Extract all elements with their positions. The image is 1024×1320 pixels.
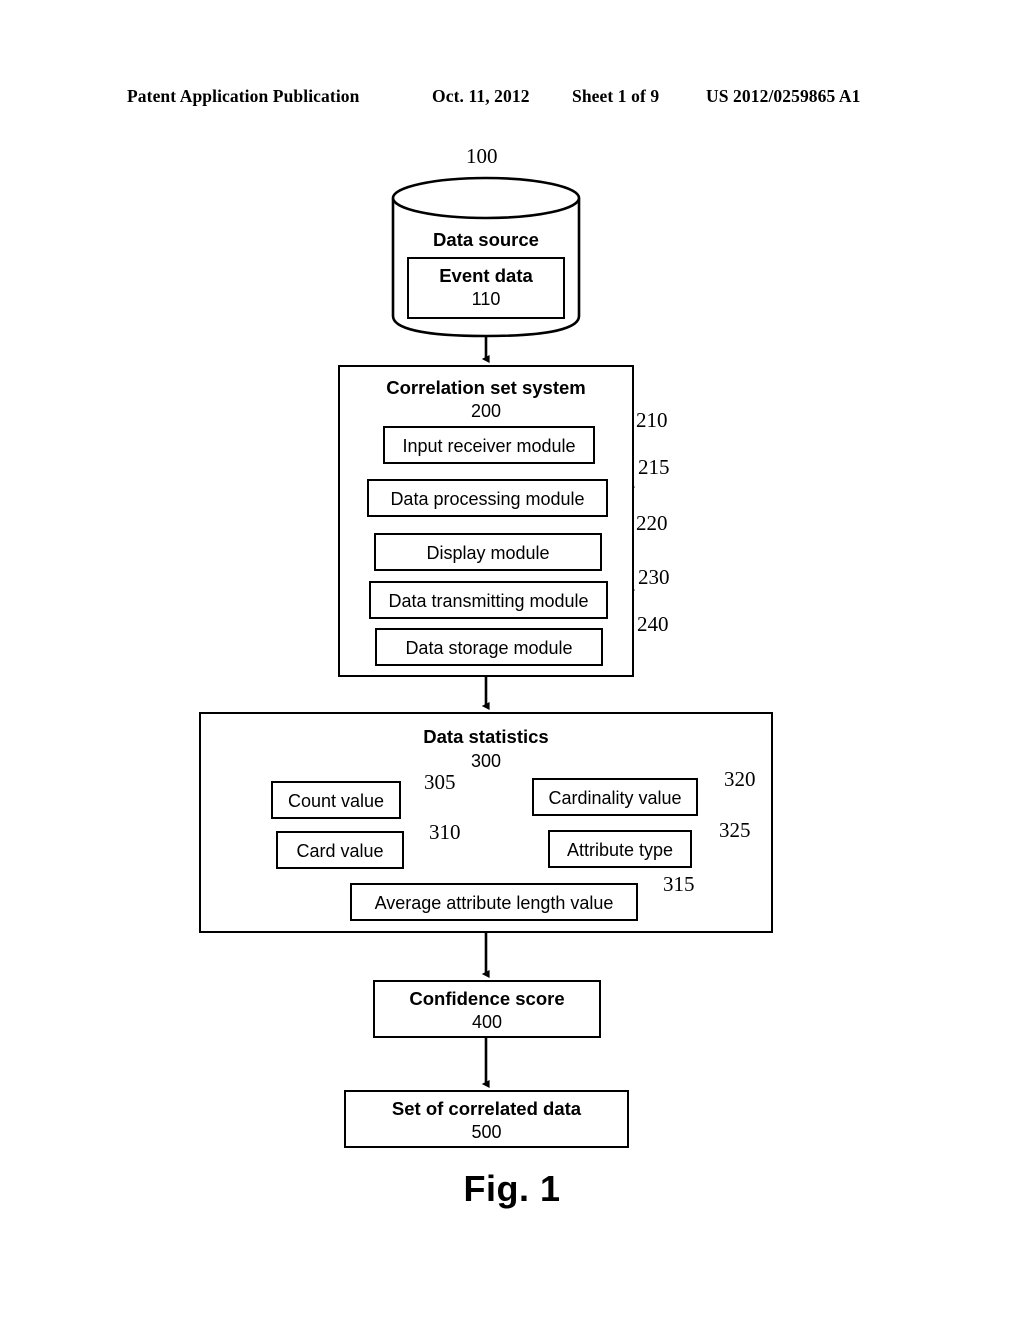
set-of-correlated-data-title: Set of correlated data xyxy=(391,1098,582,1119)
data-source-cylinder: Data source Event data 110 xyxy=(391,176,581,338)
reference-numeral-100: 100 xyxy=(466,144,498,168)
module-display[interactable]: Display module xyxy=(374,533,602,571)
reference-numeral-230: 230 xyxy=(638,565,670,589)
header-publication-title: Patent Application Publication xyxy=(127,86,360,106)
reference-numeral-305: 305 xyxy=(424,770,456,794)
confidence-score-box: Confidence score 400 xyxy=(373,980,601,1038)
header-sheet-number: Sheet 1 of 9 xyxy=(572,86,660,106)
reference-numeral-310: 310 xyxy=(429,820,461,844)
reference-numeral-110: 110 xyxy=(471,289,501,309)
correlation-set-system-box: Correlation set system 200 Input receive… xyxy=(338,365,634,677)
confidence-score-title: Confidence score xyxy=(409,988,565,1009)
reference-numeral-210: 210 xyxy=(636,408,668,432)
reference-numeral-215: 215 xyxy=(638,455,670,479)
stat-card-value[interactable]: Card value xyxy=(276,831,404,869)
reference-numeral-325: 325 xyxy=(719,818,751,842)
page-header: Patent Application Publication Oct. 11, … xyxy=(0,86,1024,112)
reference-numeral-240: 240 xyxy=(637,612,669,636)
module-data-storage[interactable]: Data storage module xyxy=(375,628,603,666)
event-data-title: Event data xyxy=(439,265,533,286)
figure-caption: Fig. 1 xyxy=(463,1168,561,1209)
stat-count-value[interactable]: Count value xyxy=(271,781,401,819)
module-data-transmitting[interactable]: Data transmitting module xyxy=(369,581,608,619)
header-date: Oct. 11, 2012 xyxy=(432,86,530,106)
set-of-correlated-data-box: Set of correlated data 500 xyxy=(344,1090,629,1148)
stat-average-attribute-length-value[interactable]: Average attribute length value xyxy=(350,883,638,921)
reference-numeral-400: 400 xyxy=(471,1012,503,1032)
reference-numeral-300: 300 xyxy=(470,751,502,771)
reference-numeral-320: 320 xyxy=(724,767,756,791)
stat-cardinality-value[interactable]: Cardinality value xyxy=(532,778,698,816)
stat-attribute-type[interactable]: Attribute type xyxy=(548,830,692,868)
reference-numeral-315: 315 xyxy=(663,872,695,896)
reference-numeral-500: 500 xyxy=(471,1122,502,1142)
data-statistics-title: Data statistics xyxy=(423,726,549,747)
module-data-processing[interactable]: Data processing module xyxy=(367,479,608,517)
event-data-box: Event data 110 xyxy=(407,257,565,319)
data-statistics-box: Data statistics 300 Count value Card val… xyxy=(199,712,773,933)
data-source-title: Data source xyxy=(433,229,539,250)
header-patent-number: US 2012/0259865 A1 xyxy=(706,86,861,106)
reference-numeral-200: 200 xyxy=(470,401,502,421)
correlation-set-system-title: Correlation set system xyxy=(386,377,586,398)
reference-numeral-220: 220 xyxy=(636,511,668,535)
module-input-receiver[interactable]: Input receiver module xyxy=(383,426,595,464)
